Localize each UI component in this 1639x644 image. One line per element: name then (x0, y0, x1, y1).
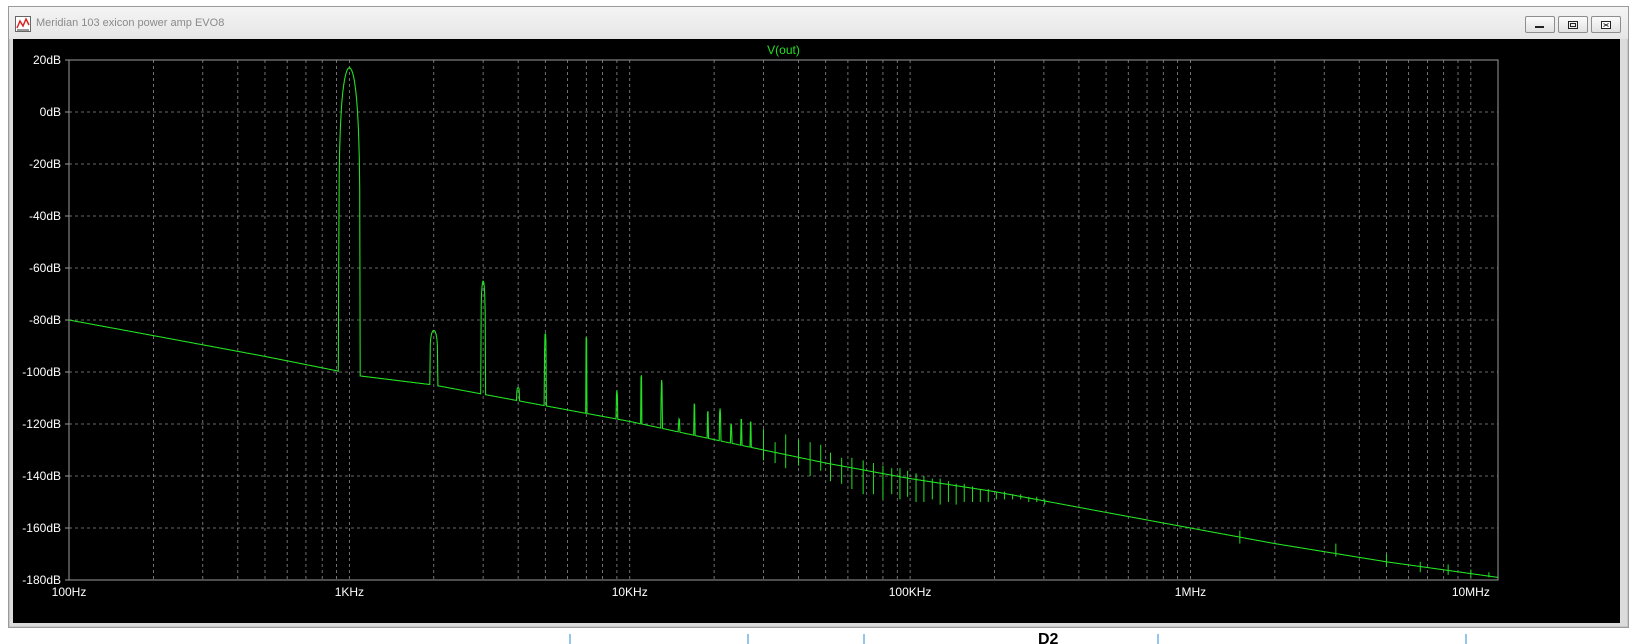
x-tick-label: 1KHz (335, 585, 364, 599)
y-tick-label: -120dB (22, 417, 61, 431)
x-tick-label: 10KHz (612, 585, 648, 599)
waveform-icon (15, 16, 31, 32)
plot-grid (69, 60, 1498, 580)
trace-vout (68, 67, 1499, 578)
trace-label-vout[interactable]: V(out) (767, 43, 800, 57)
y-tick-label: 0dB (40, 105, 61, 119)
x-tick-label: 100KHz (889, 585, 932, 599)
restore-icon (1568, 21, 1578, 29)
title-bar[interactable]: Meridian 103 exicon power amp EVO8 (9, 7, 1628, 39)
y-axis: 20dB 0dB -20dB -40dB -60dB -80dB -100dB -120dB -… (22, 53, 69, 587)
window-title: Meridian 103 exicon power amp EVO8 (36, 17, 225, 29)
y-tick-label: -100dB (22, 365, 61, 379)
x-axis: 100Hz 1KHz 10KHz 100KHz 1MHz 10MHz (52, 585, 1490, 599)
y-tick-label: -60dB (29, 261, 61, 275)
y-tick-label: -40dB (29, 209, 61, 223)
trace-line (68, 67, 1499, 578)
x-tick-label: 10MHz (1452, 585, 1490, 599)
waveform-window[interactable]: Meridian 103 exicon power amp EVO8 V(out… (8, 6, 1629, 628)
y-tick-label: -140dB (22, 469, 61, 483)
fft-chart[interactable]: V(out) 20dB 0dB -20dB -40dB -60dB -80dB -100dB… (13, 39, 1620, 623)
y-tick-label: 20dB (33, 53, 61, 67)
close-icon (1601, 21, 1611, 29)
y-tick-label: -160dB (22, 521, 61, 535)
minimize-icon (1535, 26, 1544, 28)
x-tick-label: 100Hz (52, 585, 87, 599)
x-tick-label: 1MHz (1175, 585, 1206, 599)
close-button[interactable] (1591, 16, 1621, 33)
schematic-label: D2 (1038, 631, 1059, 644)
restore-button[interactable] (1558, 16, 1588, 33)
y-tick-label: -80dB (29, 313, 61, 327)
minimize-button[interactable] (1525, 16, 1555, 33)
plot-pane[interactable]: V(out) 20dB 0dB -20dB -40dB -60dB -80dB -100dB… (13, 39, 1620, 623)
y-tick-label: -20dB (29, 157, 61, 171)
